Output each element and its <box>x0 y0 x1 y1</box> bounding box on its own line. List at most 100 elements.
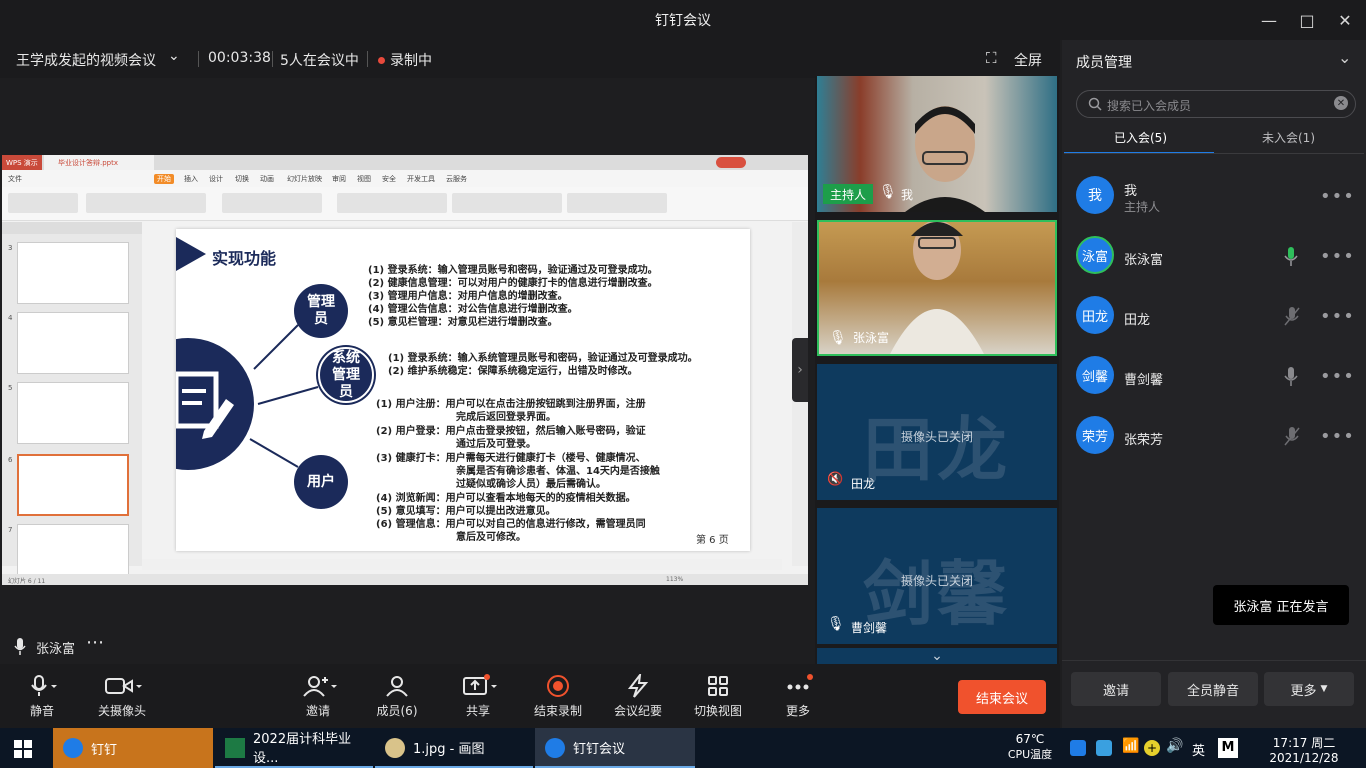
record-icon <box>547 675 569 697</box>
windows-start-icon[interactable] <box>14 740 32 758</box>
paint-icon <box>385 738 405 758</box>
collapse-handle-icon[interactable]: › <box>792 338 808 402</box>
window-title: 钉钉会议 <box>655 13 711 29</box>
participant-video <box>890 222 984 354</box>
more-icon[interactable]: ••• <box>1320 366 1355 387</box>
microphone-muted-icon[interactable] <box>1284 307 1300 327</box>
more-icon[interactable]: ••• <box>1320 426 1355 447</box>
wifi-icon[interactable]: 📶 <box>1122 738 1139 754</box>
minimize-icon[interactable]: — <box>1257 8 1281 32</box>
share-button[interactable]: 共享 <box>438 674 518 719</box>
avatar: 泳富 <box>1076 236 1114 274</box>
camera-off-button[interactable]: 关摄像头 <box>82 674 162 719</box>
dingtalk-icon <box>63 738 83 758</box>
panel-more-button[interactable]: 更多 ▼ <box>1264 672 1354 706</box>
wps-menu-item: 文件 <box>8 175 22 183</box>
more-icon <box>787 674 813 690</box>
excel-icon <box>225 738 245 758</box>
member-row[interactable]: 泳富 张泳富 ••• <box>1062 226 1366 282</box>
meeting-minutes-button[interactable]: 会议纪要 <box>598 674 678 719</box>
more-icon[interactable]: ••• <box>1320 186 1355 207</box>
panel-title: 成员管理 <box>1076 55 1132 71</box>
system-clock[interactable]: 17:17 周二 2021/12/28 <box>1264 734 1344 765</box>
more-icon[interactable]: ••• <box>1320 246 1355 267</box>
more-icon[interactable]: ••• <box>1320 306 1355 327</box>
close-icon[interactable]: ✕ <box>1333 8 1357 32</box>
invite-button[interactable]: 邀请 <box>278 674 358 719</box>
ime-app-icon[interactable]: M <box>1218 738 1238 758</box>
add-icon[interactable]: + <box>1144 740 1160 756</box>
avatar: 荣芳 <box>1076 416 1114 454</box>
microphone-icon: 🎙 <box>827 616 845 632</box>
chevron-down-icon[interactable]: ⌄ <box>1338 48 1351 67</box>
microphone-icon[interactable] <box>14 638 26 656</box>
microphone-muted-icon[interactable] <box>1284 427 1300 447</box>
title-bar: 钉钉会议 — □ ✕ <box>0 0 1366 40</box>
video-tile-name: 曹剑馨 <box>851 621 888 635</box>
clear-icon[interactable]: ✕ <box>1334 96 1348 110</box>
ime-indicator[interactable]: 英 <box>1192 740 1205 759</box>
member-name: 曹剑馨 <box>1124 373 1164 388</box>
self-status: 张泳富 ⋯ <box>0 632 200 660</box>
taskbar-app-dingtalk[interactable]: 钉钉 <box>53 728 213 768</box>
chevron-down-icon[interactable]: ⌄ <box>168 48 180 64</box>
scroll-down-icon[interactable]: ⌄ <box>817 648 1057 664</box>
volume-icon[interactable]: 🔊 <box>1166 738 1183 754</box>
tray-app-icon[interactable] <box>1096 740 1112 756</box>
microphone-icon: 🎙 <box>829 330 847 346</box>
avatar: 我 <box>1076 176 1114 214</box>
maximize-icon[interactable]: □ <box>1295 8 1319 32</box>
role-user: 用户 <box>294 455 348 509</box>
taskbar-app-meeting[interactable]: 钉钉会议 <box>535 728 695 768</box>
member-row[interactable]: 我 我 主持人 ••• <box>1062 166 1366 222</box>
fullscreen-icon[interactable]: ⛶ <box>986 49 997 67</box>
taskbar-app-excel[interactable]: 2022届计科毕业设... <box>215 728 373 768</box>
microphone-icon: 🎙 <box>879 184 897 200</box>
member-row[interactable]: 田龙 田龙 ••• <box>1062 286 1366 342</box>
wps-menu-item: 视图 <box>357 175 371 183</box>
microphone-icon <box>31 675 57 696</box>
member-row[interactable]: 荣芳 张荣芳 ••• <box>1062 406 1366 462</box>
video-tile-name: 田龙 <box>851 477 876 491</box>
member-name: 我 <box>1124 184 1138 199</box>
elapsed-time: 00:03:38 <box>208 50 271 66</box>
admin-line: (5) 意见栏管理：对意见栏进行增删改查。 <box>368 317 558 328</box>
more-icon[interactable]: ⋯ <box>86 632 104 653</box>
speaking-toast: 张泳富 正在发言 <box>1213 585 1349 625</box>
video-tile-zhangyongfu[interactable]: 🎙 张泳富 <box>817 220 1057 356</box>
fullscreen-button[interactable]: 全屏 <box>1014 50 1042 70</box>
members-button[interactable]: 成员(6) <box>357 674 437 719</box>
wps-menu-bar: 文件 开始 插入 设计 切换 动画 幻灯片放映 审阅 视图 安全 开发工具 云服… <box>2 170 808 187</box>
wps-menu-item: 开发工具 <box>407 175 435 183</box>
member-role: 主持人 <box>1124 200 1161 214</box>
invite-button[interactable]: 邀请 <box>1071 672 1161 706</box>
add-user-icon <box>303 676 337 697</box>
wps-menu-item: 动画 <box>260 175 274 183</box>
tab-joined[interactable]: 已入会(5) <box>1114 129 1167 146</box>
end-meeting-button[interactable]: 结束会议 <box>958 680 1046 714</box>
mute-all-button[interactable]: 全员静音 <box>1168 672 1258 706</box>
taskbar-app-paint[interactable]: 1.jpg - 画图 <box>375 728 533 768</box>
microphone-muted-icon: 🔇 <box>827 472 844 487</box>
member-search-input[interactable]: 搜索已入会成员 <box>1076 90 1356 118</box>
sysadmin-line: (2) 维护系统稳定：保障系统稳定运行，出错及时修改。 <box>388 366 638 377</box>
mute-button[interactable]: 静音 <box>2 674 82 719</box>
slide-title-arrow-icon <box>176 237 206 271</box>
shared-wps-window: WPS 演示 毕业设计答辩.pptx 文件 开始 插入 设计 切换 动画 幻灯片… <box>2 155 808 585</box>
lightning-icon <box>627 674 649 698</box>
member-row[interactable]: 剑馨 曹剑馨 ••• <box>1062 346 1366 402</box>
meeting-name[interactable]: 王学成发起的视频会议 <box>16 50 156 70</box>
video-tile-tianlong[interactable]: 田龙 摄像头已关闭 🔇 田龙 <box>817 364 1057 500</box>
tab-not-joined[interactable]: 未入会(1) <box>1262 129 1315 146</box>
stop-recording-button[interactable]: 结束录制 <box>518 674 598 719</box>
video-tile-host[interactable]: 主持人 🎙 我 <box>817 76 1057 212</box>
member-name: 张荣芳 <box>1124 433 1164 448</box>
more-button[interactable]: 更多 <box>758 674 838 719</box>
microphone-active-icon[interactable] <box>1284 247 1298 267</box>
dingtalk-tray-icon[interactable] <box>1070 740 1086 756</box>
switch-view-button[interactable]: 切换视图 <box>678 674 758 719</box>
microphone-icon[interactable] <box>1284 367 1298 387</box>
recording-dot-icon <box>378 57 385 64</box>
video-tile-caojianxin[interactable]: 剑馨 摄像头已关闭 🎙 曹剑馨 <box>817 508 1057 644</box>
wps-slide-thumbnails: 3 4 5 6 7 <box>2 222 142 585</box>
